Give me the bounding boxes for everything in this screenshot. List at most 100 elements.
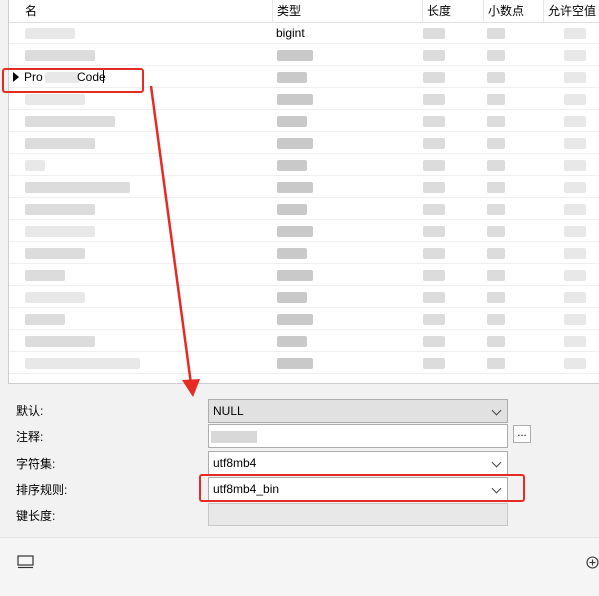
blurred-text (25, 160, 45, 171)
blurred-text (277, 314, 313, 325)
bottom-toolbar (0, 537, 599, 596)
blurred-text (564, 182, 586, 193)
blurred-text (277, 50, 313, 61)
table-row[interactable] (9, 264, 599, 286)
table-row[interactable]: bigint (9, 22, 599, 44)
blurred-text (25, 226, 95, 237)
blurred-text (487, 138, 505, 149)
column-header-name[interactable]: 名 (21, 0, 273, 22)
add-circle-icon[interactable] (586, 556, 599, 569)
blurred-text (423, 292, 445, 303)
charset-label: 字符集: (16, 457, 56, 471)
table-row[interactable] (9, 154, 599, 176)
annotation-box-field-name (2, 68, 144, 93)
blurred-text (487, 28, 505, 39)
blurred-text (25, 270, 65, 281)
blurred-text (423, 182, 445, 193)
blurred-text (487, 270, 505, 281)
blurred-text (277, 292, 307, 303)
blurred-text (25, 138, 95, 149)
blurred-text (423, 226, 445, 237)
blurred-text (564, 138, 586, 149)
blurred-text (25, 94, 85, 105)
blurred-text (487, 336, 505, 347)
blurred-text (25, 292, 85, 303)
blurred-text (564, 336, 586, 347)
default-dropdown[interactable]: NULL (208, 399, 508, 423)
blurred-text (277, 94, 313, 105)
blurred-text (487, 72, 505, 83)
blurred-text (423, 28, 445, 39)
blurred-text (277, 182, 313, 193)
blurred-text (564, 28, 586, 39)
blurred-text (277, 116, 307, 127)
table-row[interactable] (9, 286, 599, 308)
blurred-text (487, 292, 505, 303)
panel-layout-icon[interactable] (17, 555, 34, 570)
blurred-text (25, 248, 85, 259)
blurred-text (25, 28, 75, 39)
blurred-text (564, 50, 586, 61)
comment-label: 注释: (16, 430, 44, 444)
charset-dropdown[interactable]: utf8mb4 (208, 451, 508, 475)
field-type: bigint (276, 26, 305, 40)
blurred-text (487, 94, 505, 105)
annotation-box-collation (199, 474, 525, 502)
fields-grid: 名 类型 长度 小数点 允许空值 bigint Pro Code (8, 0, 599, 384)
blurred-text (423, 116, 445, 127)
blurred-text (277, 226, 313, 237)
blurred-text (564, 314, 586, 325)
blurred-text (487, 182, 505, 193)
grid-header: 名 类型 长度 小数点 允许空值 (9, 0, 599, 23)
key-length-input[interactable] (208, 503, 508, 526)
blurred-text (564, 204, 586, 215)
blurred-text (423, 248, 445, 259)
blurred-text (564, 248, 586, 259)
blurred-text (423, 138, 445, 149)
column-header-type[interactable]: 类型 (273, 0, 423, 22)
blurred-text (564, 116, 586, 127)
blurred-text (423, 72, 445, 83)
key-length-label: 键长度: (16, 509, 56, 523)
table-row[interactable] (9, 330, 599, 352)
blurred-text (487, 358, 505, 369)
table-row[interactable] (9, 44, 599, 66)
blurred-text (25, 50, 95, 61)
blurred-text (564, 270, 586, 281)
blurred-text (25, 204, 95, 215)
comment-expand-button[interactable]: ... (513, 425, 531, 443)
table-row[interactable] (9, 132, 599, 154)
blurred-text (423, 160, 445, 171)
table-row[interactable] (9, 176, 599, 198)
table-row[interactable] (9, 198, 599, 220)
column-header-nullable[interactable]: 允许空值 (544, 0, 599, 22)
chevron-down-icon (491, 457, 502, 468)
blurred-text (423, 358, 445, 369)
blurred-text (564, 160, 586, 171)
blurred-text (487, 204, 505, 215)
blurred-text (487, 116, 505, 127)
blurred-text (25, 182, 130, 193)
blurred-text (564, 72, 586, 83)
table-row[interactable] (9, 110, 599, 132)
blurred-text (487, 50, 505, 61)
blurred-text (423, 204, 445, 215)
table-row[interactable] (9, 352, 599, 374)
blurred-text (277, 248, 307, 259)
blurred-text (25, 116, 115, 127)
blurred-text (423, 94, 445, 105)
column-header-length[interactable]: 长度 (423, 0, 484, 22)
default-label: 默认: (16, 404, 44, 418)
blurred-text (277, 138, 313, 149)
blurred-text (423, 336, 445, 347)
blurred-text (423, 270, 445, 281)
comment-input[interactable] (208, 424, 508, 448)
collation-label: 排序规则: (16, 483, 68, 497)
table-row[interactable] (9, 220, 599, 242)
table-row[interactable] (9, 308, 599, 330)
blurred-text (564, 94, 586, 105)
blurred-text (277, 204, 307, 215)
charset-value: utf8mb4 (213, 456, 257, 470)
table-row[interactable] (9, 242, 599, 264)
column-header-decimal[interactable]: 小数点 (484, 0, 544, 22)
